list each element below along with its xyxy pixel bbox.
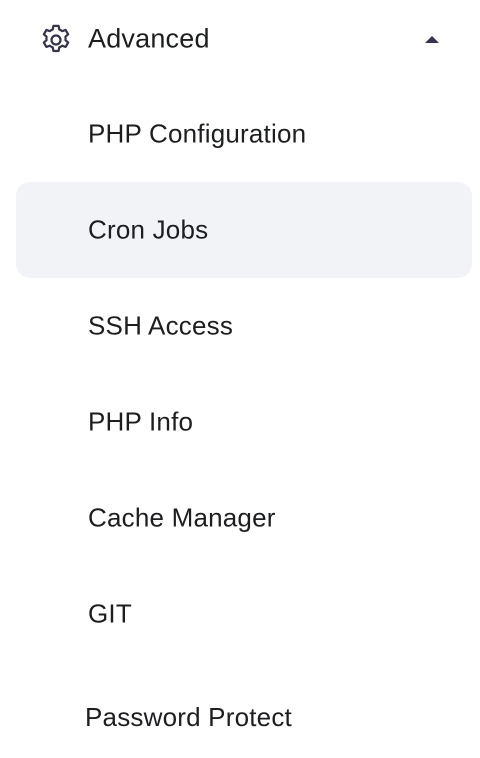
menu-item-cache-manager[interactable]: Cache Manager [16, 470, 472, 566]
advanced-submenu: PHP Configuration Cron Jobs SSH Access P… [16, 86, 472, 758]
menu-item-label: Cron Jobs [88, 214, 209, 245]
menu-item-label: Password Protect [85, 702, 292, 732]
menu-item-php-info[interactable]: PHP Info [16, 374, 472, 470]
chevron-up-icon[interactable] [420, 33, 444, 45]
menu-item-git[interactable]: GIT [16, 566, 472, 662]
menu-item-cron-jobs[interactable]: Cron Jobs [16, 182, 472, 278]
menu-item-label: SSH Access [88, 310, 234, 341]
gear-icon [42, 24, 70, 53]
menu-item-label: PHP Configuration [88, 118, 307, 149]
advanced-section-header[interactable]: Advanced [16, 8, 472, 70]
section-title: Advanced [88, 23, 210, 54]
menu-item-label: Cache Manager [88, 502, 276, 533]
menu-item-password-protect[interactable]: Password Protect [16, 662, 472, 758]
menu-item-ssh-access[interactable]: SSH Access [16, 278, 472, 374]
menu-item-label: PHP Info [88, 406, 194, 437]
menu-item-php-configuration[interactable]: PHP Configuration [16, 86, 472, 182]
menu-item-label: GIT [88, 598, 132, 629]
